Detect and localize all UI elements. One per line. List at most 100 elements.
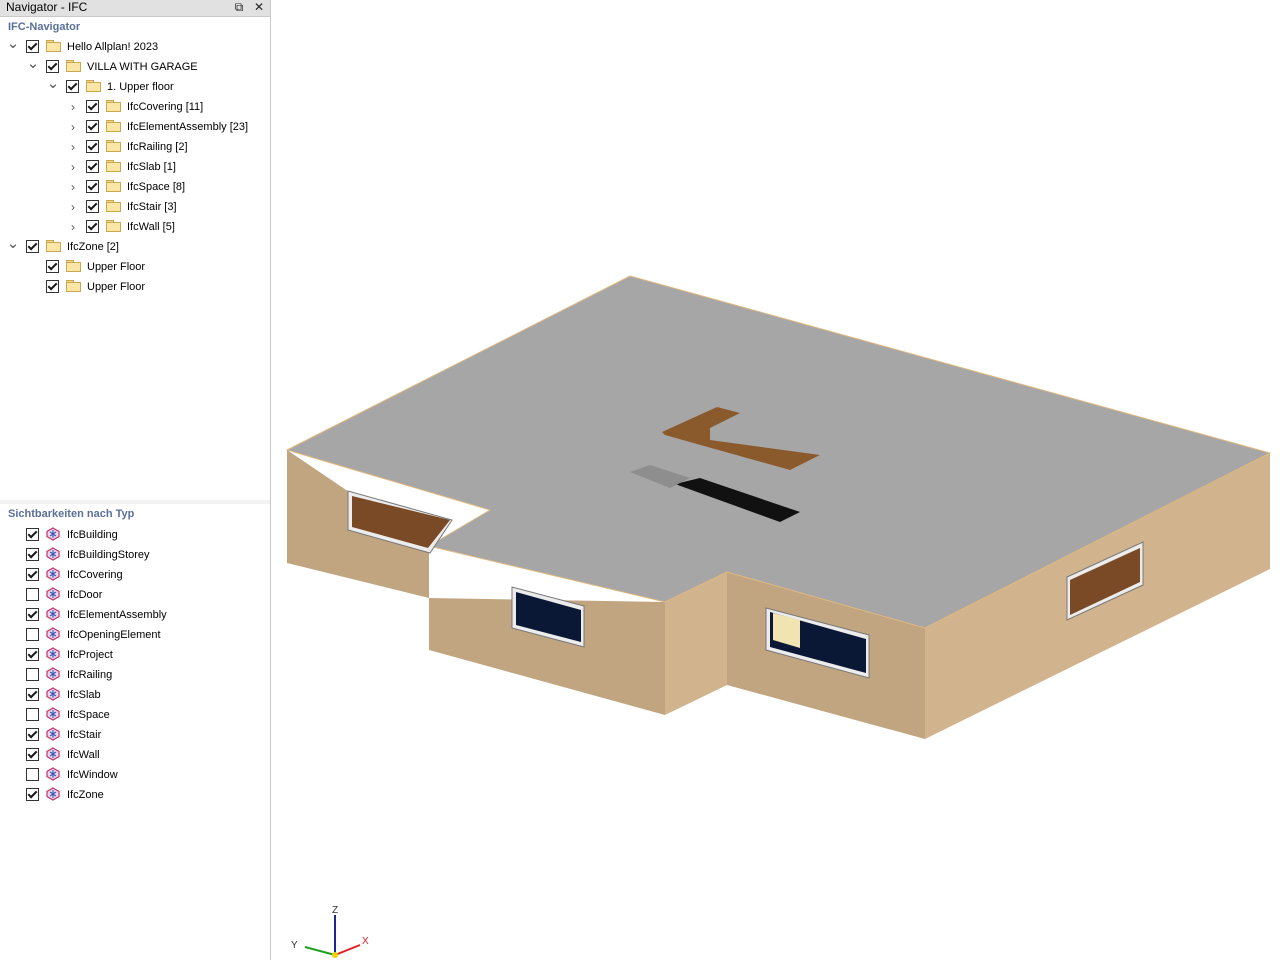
tree-item-checkbox[interactable] <box>46 60 59 73</box>
tree-item[interactable]: › IfcStair [3] <box>0 197 268 217</box>
visibility-item[interactable]: IfcDoor <box>0 585 268 605</box>
visibility-item[interactable]: IfcOpeningElement <box>0 625 268 645</box>
folder-icon <box>106 100 121 112</box>
ifc-type-icon <box>46 667 60 681</box>
tree-item[interactable]: › IfcCovering [11] <box>0 97 268 117</box>
folder-icon <box>86 80 101 92</box>
visibility-item[interactable]: IfcProject <box>0 645 268 665</box>
tree-item[interactable]: › IfcElementAssembly [23] <box>0 117 268 137</box>
tree-item-checkbox[interactable] <box>86 220 99 233</box>
tree-item-checkbox[interactable] <box>86 100 99 113</box>
visibility-item-label: IfcCovering <box>67 569 123 581</box>
ifc-type-icon <box>46 727 60 741</box>
visibility-item[interactable]: IfcZone <box>0 785 268 805</box>
tree-item-label: Upper Floor <box>87 281 146 293</box>
folder-icon <box>106 120 121 132</box>
tree-item-checkbox[interactable] <box>26 240 39 253</box>
chevron-down-icon[interactable]: ⌄ <box>26 56 40 71</box>
close-icon[interactable]: ✕ <box>251 0 267 15</box>
visibility-checkbox[interactable] <box>26 548 39 561</box>
tree-item[interactable]: ⌄ VILLA WITH GARAGE <box>0 56 268 77</box>
navigator-panel: Navigator - IFC ⧉ ✕ IFC-Navigator ⌄ Hello… <box>0 0 271 960</box>
visibility-item[interactable]: IfcCovering <box>0 565 268 585</box>
chevron-down-icon[interactable]: ⌄ <box>6 236 20 251</box>
visibility-checkbox[interactable] <box>26 708 39 721</box>
folder-icon <box>106 180 121 192</box>
visibility-section-title: Sichtbarkeiten nach Typ <box>8 508 135 520</box>
ifc-navigator-title: IFC-Navigator <box>8 21 81 33</box>
visibility-item[interactable]: IfcBuilding <box>0 525 268 545</box>
tree-item[interactable]: Upper Floor <box>0 277 268 297</box>
3d-viewport[interactable]: Z X Y <box>271 0 1280 960</box>
float-window-icon[interactable]: ⧉ <box>231 0 247 15</box>
visibility-item-label: IfcBuilding <box>67 529 118 541</box>
tree-item-label: IfcZone [2] <box>67 241 119 253</box>
visibility-checkbox[interactable] <box>26 568 39 581</box>
visibility-checkbox[interactable] <box>26 668 39 681</box>
visibility-item[interactable]: IfcRailing <box>0 665 268 685</box>
visibility-item-label: IfcZone <box>67 789 104 801</box>
z-axis-label: Z <box>332 905 338 916</box>
chevron-right-icon[interactable]: › <box>66 220 80 234</box>
tree-item-checkbox[interactable] <box>26 40 39 53</box>
tree-item-label: IfcWall [5] <box>127 221 175 233</box>
tree-item[interactable]: ⌄ 1. Upper floor <box>0 76 268 97</box>
tree-item[interactable]: Upper Floor <box>0 257 268 277</box>
visibility-checkbox[interactable] <box>26 588 39 601</box>
tree-item-checkbox[interactable] <box>86 200 99 213</box>
tree-item[interactable]: ⌄ IfcZone [2] <box>0 236 268 257</box>
visibility-checkbox[interactable] <box>26 628 39 641</box>
tree-item-checkbox[interactable] <box>86 180 99 193</box>
visibility-checkbox[interactable] <box>26 728 39 741</box>
visibility-checkbox[interactable] <box>26 528 39 541</box>
tree-item-label: VILLA WITH GARAGE <box>87 61 198 73</box>
x-axis-label: X <box>362 936 369 947</box>
folder-icon <box>66 60 81 72</box>
x-axis-line <box>334 944 361 956</box>
visibility-checkbox[interactable] <box>26 608 39 621</box>
visibility-checkbox[interactable] <box>26 748 39 761</box>
tree-item[interactable]: › IfcSlab [1] <box>0 157 268 177</box>
tree-item-checkbox[interactable] <box>66 80 79 93</box>
tree-item-label: 1. Upper floor <box>107 81 174 93</box>
visibility-checkbox[interactable] <box>26 648 39 661</box>
visibility-item[interactable]: IfcElementAssembly <box>0 605 268 625</box>
chevron-right-icon[interactable]: › <box>66 200 80 214</box>
chevron-down-icon[interactable]: ⌄ <box>6 36 20 51</box>
ifc-type-icon <box>46 567 60 581</box>
visibility-item[interactable]: IfcWall <box>0 745 268 765</box>
tree-item[interactable]: › IfcRailing [2] <box>0 137 268 157</box>
ifc-type-icon <box>46 527 60 541</box>
panel-titlebar: Navigator - IFC ⧉ ✕ <box>0 0 270 17</box>
folder-icon <box>66 280 81 292</box>
tree-item[interactable]: › IfcWall [5] <box>0 217 268 237</box>
tree-item-checkbox[interactable] <box>86 120 99 133</box>
tree-item-checkbox[interactable] <box>86 140 99 153</box>
chevron-right-icon[interactable]: › <box>66 180 80 194</box>
visibility-checkbox[interactable] <box>26 768 39 781</box>
visibility-item[interactable]: IfcBuildingStorey <box>0 545 268 565</box>
chevron-right-icon[interactable]: › <box>66 160 80 174</box>
visibility-item[interactable]: IfcSlab <box>0 685 268 705</box>
visibility-item-label: IfcProject <box>67 649 113 661</box>
chevron-right-icon[interactable]: › <box>66 140 80 154</box>
visibility-checkbox[interactable] <box>26 788 39 801</box>
chevron-right-icon[interactable]: › <box>66 120 80 134</box>
chevron-right-icon[interactable]: › <box>66 100 80 114</box>
visibility-item[interactable]: IfcStair <box>0 725 268 745</box>
tree-item[interactable]: ⌄ Hello Allplan! 2023 <box>0 36 268 57</box>
ifc-type-icon <box>46 547 60 561</box>
tree-item-checkbox[interactable] <box>46 280 59 293</box>
visibility-checkbox[interactable] <box>26 688 39 701</box>
tree-item-checkbox[interactable] <box>86 160 99 173</box>
tree-item[interactable]: › IfcSpace [8] <box>0 177 268 197</box>
visibility-item[interactable]: IfcSpace <box>0 705 268 725</box>
visibility-item-label: IfcElementAssembly <box>67 609 167 621</box>
visibility-item[interactable]: IfcWindow <box>0 765 268 785</box>
ifc-type-icon <box>46 627 60 641</box>
folder-icon <box>106 200 121 212</box>
tree-item-checkbox[interactable] <box>46 260 59 273</box>
visibility-item-label: IfcDoor <box>67 589 103 601</box>
chevron-down-icon[interactable]: ⌄ <box>46 76 60 91</box>
panel-splitter[interactable] <box>0 500 270 504</box>
